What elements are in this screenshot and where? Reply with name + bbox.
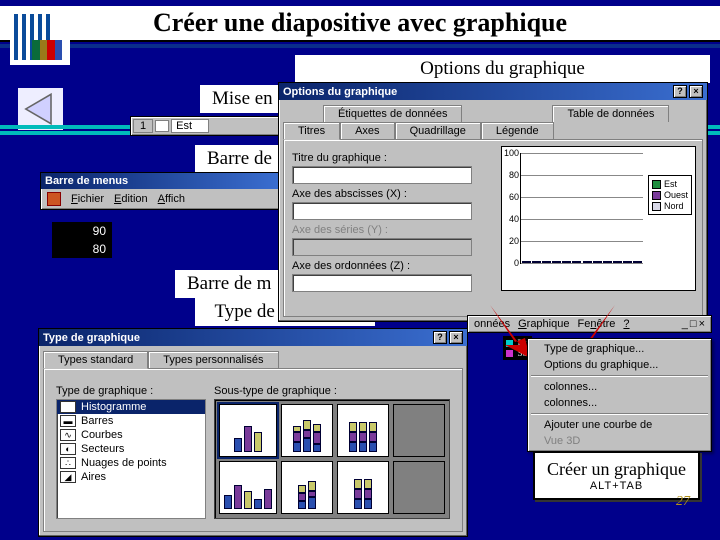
menu-item-options[interactable]: Options du graphique... xyxy=(530,357,709,373)
type-dialog: Type de graphique ?× Types standard Type… xyxy=(38,328,468,537)
callout-shortcut: ALT+TAB xyxy=(547,480,686,492)
options-dialog: Options du graphique ?× Étiquettes de do… xyxy=(278,82,708,322)
chart-type-list[interactable]: ▮Histogramme▬Barres∿Courbes◐Secteurs∴Nua… xyxy=(56,399,206,519)
frag-title: Barre de menus xyxy=(45,175,128,187)
help-button[interactable]: ? xyxy=(433,331,447,344)
tab-types-perso[interactable]: Types personnalisés xyxy=(148,351,278,369)
input-titre[interactable] xyxy=(292,166,472,184)
frag-sheet-row: 1 Est xyxy=(130,116,290,136)
type-item[interactable]: ◐Secteurs xyxy=(57,442,205,456)
help-button[interactable]: ? xyxy=(673,85,687,98)
page-number: 27 xyxy=(676,494,690,510)
app-logo xyxy=(10,10,70,65)
type-dialog-title: Type de graphique xyxy=(43,332,140,344)
label-mise: Mise en xyxy=(200,85,290,113)
menu-affichage[interactable]: Affich xyxy=(158,193,185,205)
subtype-grid[interactable] xyxy=(214,399,450,519)
tab-quadrillage[interactable]: Quadrillage xyxy=(395,122,481,140)
restore-icon[interactable]: □ xyxy=(690,318,697,330)
input-axeX[interactable] xyxy=(292,202,472,220)
tab-axes[interactable]: Axes xyxy=(340,122,394,140)
type-item[interactable]: ▬Barres xyxy=(57,414,205,428)
cell-label: Est xyxy=(171,119,209,133)
close-button[interactable]: × xyxy=(689,85,703,98)
typelist-label: Type de graphique : xyxy=(56,385,206,397)
subtype-thumb[interactable] xyxy=(219,404,277,457)
callout-box: Créer un graphique ALT+TAB xyxy=(533,451,700,500)
app-icon xyxy=(47,192,61,206)
subtype-thumb[interactable] xyxy=(337,461,389,514)
color-swatch-icon xyxy=(155,120,169,132)
type-item[interactable]: ▮Histogramme xyxy=(57,400,205,414)
subtype-thumb[interactable] xyxy=(393,461,445,514)
tab-types-standard[interactable]: Types standard xyxy=(43,351,148,369)
page-title: Créer une diapositive avec graphique xyxy=(0,6,720,42)
frag-axis-values: 90 80 xyxy=(52,222,112,258)
close-icon[interactable]: × xyxy=(699,318,705,330)
menu-edition[interactable]: Edition xyxy=(114,193,148,205)
callout-title: Créer un graphique xyxy=(547,459,686,480)
menu-item-courbe[interactable]: Ajouter une courbe de xyxy=(530,417,709,433)
minimize-icon[interactable]: _ xyxy=(682,318,688,330)
input-axeZ[interactable] xyxy=(292,274,472,292)
menu-item-colonnes1[interactable]: colonnes... xyxy=(530,379,709,395)
subtype-thumb[interactable] xyxy=(219,461,277,514)
row-number: 1 xyxy=(133,119,153,133)
chart-legend: Est Ouest Nord xyxy=(648,175,692,215)
menu-item-vue3d[interactable]: Vue 3D xyxy=(530,433,709,449)
label-options: Options du graphique xyxy=(295,55,710,83)
tab-titres[interactable]: Titres xyxy=(283,122,340,140)
label-barre2: Barre de m xyxy=(175,270,295,298)
menu-item-colonnes2[interactable]: colonnes... xyxy=(530,395,709,411)
menu-item-type[interactable]: Type de graphique... xyxy=(530,341,709,357)
type-item[interactable]: ◢Aires xyxy=(57,470,205,484)
options-dialog-title: Options du graphique xyxy=(283,86,397,98)
tab-legende[interactable]: Légende xyxy=(481,122,554,140)
tab-etiquettes[interactable]: Étiquettes de données xyxy=(323,105,462,122)
subtype-label: Sous-type de graphique : xyxy=(214,385,450,397)
input-axeY xyxy=(292,238,472,256)
close-button[interactable]: × xyxy=(449,331,463,344)
subtype-thumb[interactable] xyxy=(337,404,389,457)
subtype-thumb[interactable] xyxy=(393,404,445,457)
menu-fichier[interactable]: FFichierichier xyxy=(71,193,104,205)
prev-slide-button[interactable] xyxy=(18,88,63,130)
type-item[interactable]: ∿Courbes xyxy=(57,428,205,442)
chart-preview: 020406080100 Est Ouest Nord xyxy=(501,146,696,291)
graphique-menu[interactable]: Type de graphique... Options du graphiqu… xyxy=(527,338,712,452)
subtype-thumb[interactable] xyxy=(281,404,333,457)
tab-table[interactable]: Table de données xyxy=(552,105,669,122)
frag-barre-menus: Barre de menus FFichierichier Edition Af… xyxy=(40,172,280,210)
subtype-thumb[interactable] xyxy=(281,461,333,514)
type-item[interactable]: ∴Nuages de points xyxy=(57,456,205,470)
